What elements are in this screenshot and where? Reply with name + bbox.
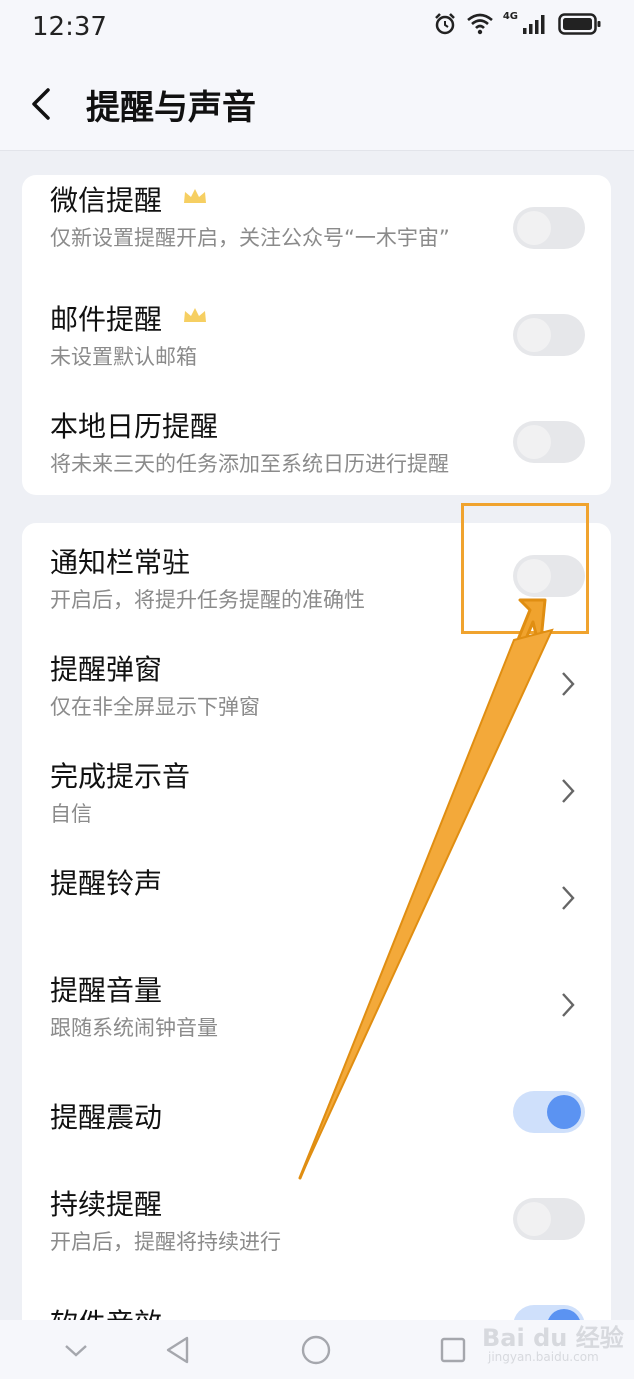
annotation-arrow-icon [298,598,554,1180]
